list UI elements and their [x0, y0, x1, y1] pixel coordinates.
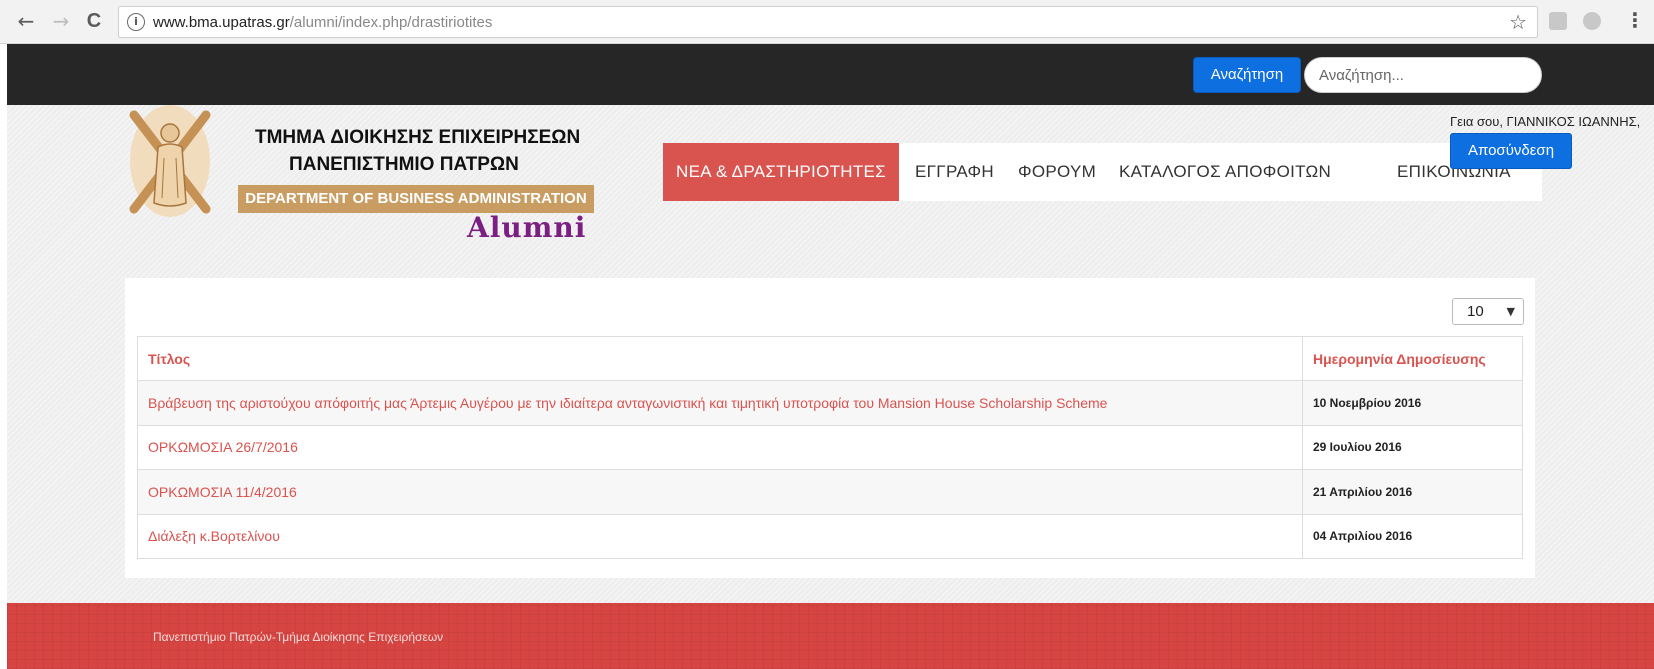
browser-menu-icon[interactable]: ⋮	[1625, 8, 1645, 32]
news-title-link[interactable]: Βράβευση της αριστούχου απόφοιτής μας Άρ…	[137, 380, 1303, 425]
site-header: ΤΜΗΜΑ ΔΙΟΙΚΗΣΗΣ ΕΠΙΧΕΙΡΗΣΕΩΝ ΠΑΝΕΠΙΣΤΗΜΙ…	[7, 105, 1654, 280]
site-topbar: Αναζήτηση	[7, 44, 1654, 105]
column-header-title[interactable]: Τίτλος	[137, 336, 1303, 381]
chevron-down-icon: ▼	[1506, 305, 1515, 318]
per-page-value: 10	[1467, 303, 1484, 320]
search-input[interactable]	[1304, 57, 1542, 93]
search-button[interactable]: Αναζήτηση	[1193, 57, 1301, 93]
news-table: Τίτλος Ημερομηνία Δημοσίευσης Βράβευση τ…	[137, 336, 1523, 559]
main-nav: ΝΕΑ & ΔΡΑΣΤΗΡΙΟΤΗΤΕΣ ΕΓΓΡΑΦΗ ΦΟΡΟΥΜ ΚΑΤΑ…	[663, 143, 1542, 201]
logout-button[interactable]: Αποσύνδεση	[1450, 133, 1572, 169]
news-title-link[interactable]: ΟΡΚΩΜΟΣΙΑ 11/4/2016	[137, 469, 1303, 514]
table-row: Διάλεξη κ.Βορτελίνου 04 Απριλίου 2016	[137, 513, 1523, 559]
news-title-link[interactable]: Διάλεξη κ.Βορτελίνου	[137, 513, 1303, 559]
address-bar[interactable]: i www.bma.upatras.gr/alumni/index.php/dr…	[118, 6, 1538, 38]
bookmark-star-icon[interactable]: ☆	[1509, 10, 1527, 34]
nav-item-alumni-catalog[interactable]: ΚΑΤΑΛΟΓΟΣ ΑΠΟΦΟΙΤΩΝ	[1119, 143, 1331, 201]
university-title-greek: ΠΑΝΕΠΙΣΤΗΜΙΟ ΠΑΤΡΩΝ	[289, 154, 519, 175]
table-header-row: Τίτλος Ημερομηνία Δημοσίευσης	[137, 336, 1523, 381]
forward-arrow-icon[interactable]: →	[49, 9, 73, 33]
per-page-select[interactable]: 10 ▼	[1452, 298, 1524, 325]
url-text[interactable]: www.bma.upatras.gr/alumni/index.php/dras…	[153, 14, 492, 31]
news-date: 04 Απριλίου 2016	[1302, 513, 1523, 559]
nav-item-register[interactable]: ΕΓΓΡΑΦΗ	[915, 143, 994, 201]
url-path: /alumni/index.php/drastiriotites	[289, 14, 493, 31]
saint-andrew-emblem-icon	[129, 105, 211, 217]
news-date: 21 Απριλίου 2016	[1302, 469, 1523, 514]
department-title-greek: ΤΜΗΜΑ ΔΙΟΙΚΗΣΗΣ ΕΠΙΧΕΙΡΗΣΕΩΝ	[255, 127, 581, 148]
nav-item-news[interactable]: ΝΕΑ & ΔΡΑΣΤΗΡΙΟΤΗΤΕΣ	[663, 143, 899, 201]
user-greeting: Γεια σου, ΓΙΑΝΝΙΚΟΣ ΙΩΑΝΝΗΣ,	[1450, 114, 1641, 129]
site-footer: Πανεπιστήμιο Πατρών-Τμήμα Διοίκησης Επιχ…	[7, 603, 1654, 669]
news-date: 10 Νοεμβρίου 2016	[1302, 380, 1523, 425]
table-row: Βράβευση της αριστούχου απόφοιτής μας Άρ…	[137, 380, 1523, 425]
puzzle-extension-icon[interactable]	[1583, 12, 1601, 30]
reload-icon[interactable]: C	[82, 9, 106, 33]
pdf-extension-icon[interactable]	[1549, 12, 1567, 30]
news-title-link[interactable]: ΟΡΚΩΜΟΣΙΑ 26/7/2016	[137, 424, 1303, 470]
column-header-date[interactable]: Ημερομηνία Δημοσίευσης	[1302, 336, 1523, 381]
content-background: 10 ▼ Τίτλος Ημερομηνία Δημοσίευσης Βράβε…	[7, 278, 1654, 603]
url-host: www.bma.upatras.gr	[153, 14, 290, 31]
back-arrow-icon[interactable]: ←	[14, 9, 38, 33]
nav-item-forum[interactable]: ΦΟΡΟΥΜ	[1018, 143, 1096, 201]
news-panel: 10 ▼ Τίτλος Ημερομηνία Δημοσίευσης Βράβε…	[125, 278, 1535, 578]
table-row: ΟΡΚΩΜΟΣΙΑ 26/7/2016 29 Ιουλίου 2016	[137, 424, 1523, 470]
department-title-english: DEPARTMENT OF BUSINESS ADMINISTRATION	[238, 185, 594, 213]
browser-toolbar: ← → C i www.bma.upatras.gr/alumni/index.…	[0, 0, 1654, 44]
alumni-logo-text: Alumni	[467, 211, 587, 244]
table-row: ΟΡΚΩΜΟΣΙΑ 11/4/2016 21 Απριλίου 2016	[137, 469, 1523, 514]
footer-text: Πανεπιστήμιο Πατρών-Τμήμα Διοίκησης Επιχ…	[153, 630, 444, 644]
site-info-icon[interactable]: i	[127, 13, 145, 31]
news-date: 29 Ιουλίου 2016	[1302, 424, 1523, 470]
